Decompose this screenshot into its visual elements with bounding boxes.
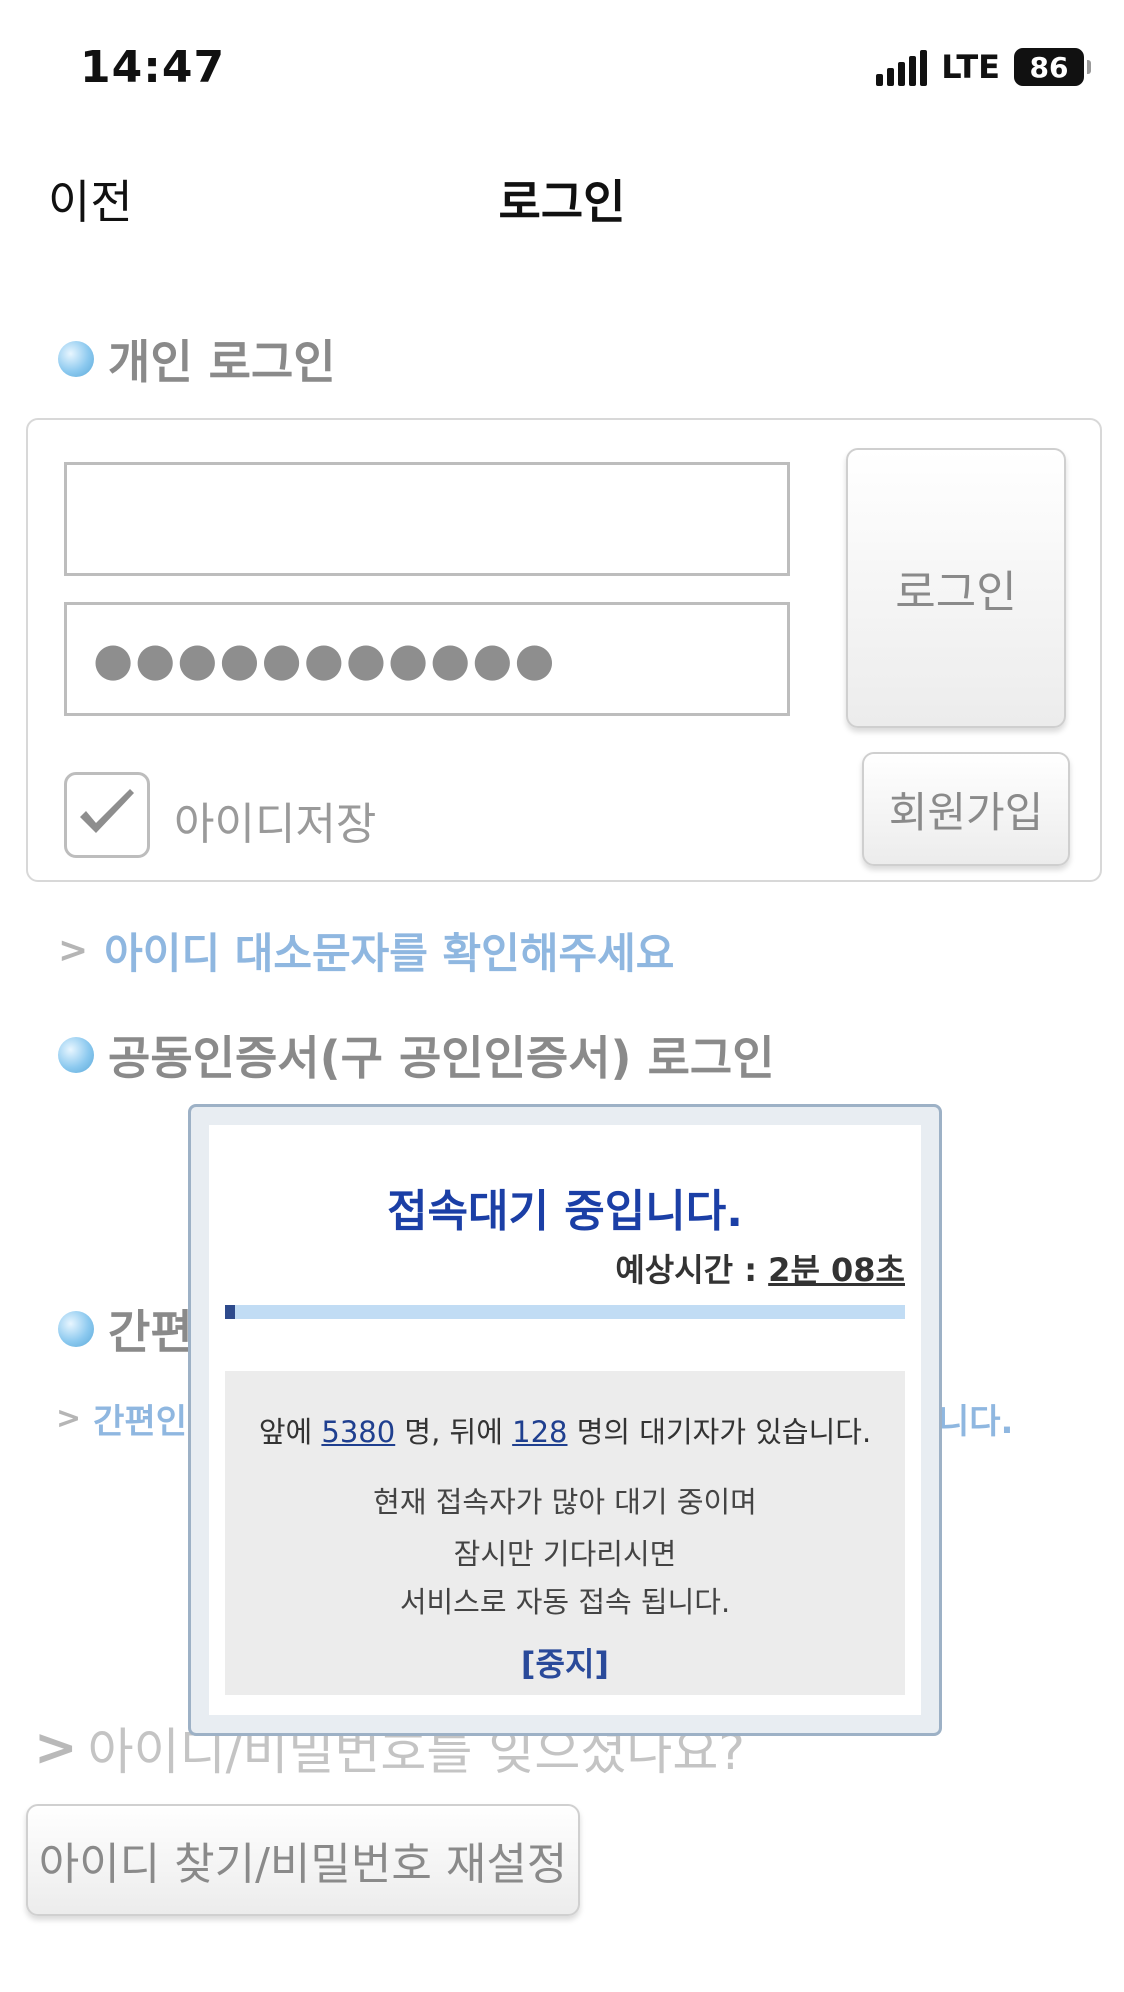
simple-login-hint-tail: 니다.	[938, 1402, 1014, 1442]
network-label: LTE	[941, 48, 1000, 86]
queue-modal: 접속대기 중입니다. 예상시간 : 2분 08초 앞에 5380 명, 뒤에 1…	[188, 1104, 942, 1736]
cert-login-title[interactable]: 공동인증서(구 공인인증서) 로그인	[108, 1022, 775, 1088]
estimated-time: 예상시간 : 2분 08초	[615, 1245, 905, 1291]
bullet-icon	[58, 341, 94, 377]
nav-bar: 이전 로그인	[0, 150, 1124, 240]
login-button[interactable]: 로그인	[846, 448, 1066, 728]
battery-level: 86	[1029, 50, 1069, 84]
queue-message-2: 잠시만 기다리시면	[453, 1537, 677, 1571]
find-account-button[interactable]: 아이디 찾기/비밀번호 재설정	[26, 1804, 580, 1916]
eta-value: 2분 08초	[768, 1251, 905, 1289]
progress-bar	[225, 1305, 905, 1319]
eta-label: 예상시간 :	[615, 1251, 769, 1289]
bullet-icon	[58, 1311, 94, 1347]
personal-login-heading: 개인 로그인	[58, 326, 336, 392]
progress-fill	[225, 1305, 236, 1319]
chevron-right-icon: >	[56, 1401, 82, 1436]
queue-title: 접속대기 중입니다.	[387, 1186, 743, 1237]
case-hint-text: 아이디 대소문자를 확인해주세요	[104, 929, 675, 978]
behind-suffix: 명의 대기자가 있습니다.	[567, 1415, 872, 1449]
behind-count: 128	[512, 1415, 568, 1449]
password-input[interactable]: ●●●●●●●●●●●	[64, 602, 790, 716]
simple-login-hint: > 간편인	[56, 1394, 187, 1443]
simple-login-title: 간편	[108, 1305, 193, 1359]
queue-modal-body: 접속대기 중입니다. 예상시간 : 2분 08초 앞에 5380 명, 뒤에 1…	[209, 1125, 921, 1715]
chevron-right-icon: >	[34, 1718, 78, 1778]
page-title: 로그인	[498, 175, 626, 229]
ahead-mid: 명, 뒤에	[395, 1415, 513, 1449]
id-input[interactable]	[64, 462, 790, 576]
ahead-count: 5380	[321, 1415, 396, 1449]
personal-login-title: 개인 로그인	[108, 335, 336, 389]
case-hint: > 아이디 대소문자를 확인해주세요	[58, 920, 674, 981]
login-form: ●●●●●●●●●●● 로그인 아이디저장 회원가입	[26, 418, 1102, 882]
queue-position: 앞에 5380 명, 뒤에 128 명의 대기자가 있습니다.	[225, 1409, 905, 1451]
stop-button[interactable]: [중지]	[225, 1639, 905, 1685]
queue-message-1: 현재 접속자가 많아 대기 중이며	[373, 1485, 757, 1519]
queue-message-3: 서비스로 자동 접속 됩니다.	[399, 1585, 731, 1619]
signal-icon	[876, 48, 928, 86]
bullet-icon	[58, 1037, 94, 1073]
simple-login-hint-text: 간편인	[93, 1402, 187, 1442]
save-id-label: 아이디저장	[174, 799, 377, 850]
status-bar: 14:47 LTE 86	[0, 0, 1124, 140]
cert-login-heading: 공동인증서(구 공인인증서) 로그인	[58, 1022, 775, 1088]
ahead-prefix: 앞에	[258, 1415, 322, 1449]
checkmark-icon	[80, 789, 134, 833]
save-id-checkbox[interactable]	[64, 772, 150, 858]
simple-login-heading: 간편	[58, 1296, 193, 1362]
queue-info-box: 앞에 5380 명, 뒤에 128 명의 대기자가 있습니다. 현재 접속자가 …	[225, 1371, 905, 1695]
join-button[interactable]: 회원가입	[862, 752, 1070, 866]
chevron-right-icon: >	[58, 930, 89, 971]
status-indicators: LTE 86	[876, 48, 1091, 86]
battery-icon: 86	[1014, 48, 1091, 86]
status-time: 14:47	[80, 42, 226, 93]
